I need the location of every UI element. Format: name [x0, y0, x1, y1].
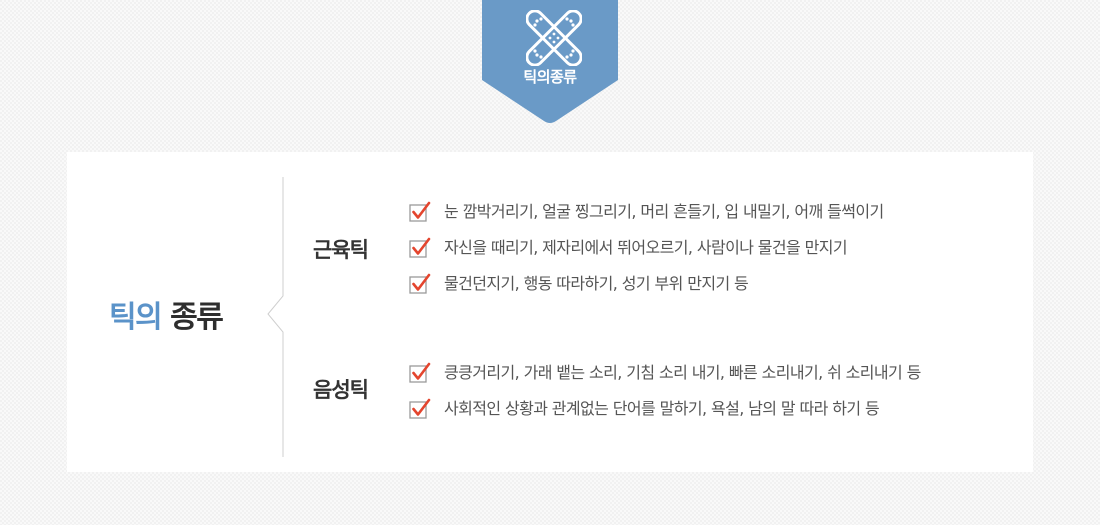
badge-label: 틱의종류 — [523, 68, 577, 86]
tic-types-card: 틱의 종류 근육틱 눈 깜박거리기, 얼굴 찡그리기, 머리 흔들기, 입 내밀… — [67, 152, 1033, 472]
checkbox-check-icon — [409, 398, 431, 419]
checkbox-check-icon — [409, 237, 431, 258]
list-item-text: 눈 깜박거리기, 얼굴 찡그리기, 머리 흔들기, 입 내밀기, 어깨 들썩이기 — [444, 202, 884, 221]
category-vocal-tic: 음성틱 — [313, 378, 369, 402]
bandage-icon — [526, 10, 582, 66]
vocal-tic-list: 킁킁거리기, 가래 뱉는 소리, 기침 소리 내기, 빠른 소리내기, 쉬 소리… — [409, 355, 921, 427]
list-item: 킁킁거리기, 가래 뱉는 소리, 기침 소리 내기, 빠른 소리내기, 쉬 소리… — [409, 355, 921, 391]
motor-tic-list: 눈 깜박거리기, 얼굴 찡그리기, 머리 흔들기, 입 내밀기, 어깨 들썩이기… — [409, 194, 884, 302]
list-item: 사회적인 상황과 관계없는 단어를 말하기, 욕설, 남의 말 따라 하기 등 — [409, 391, 921, 427]
checkbox-check-icon — [409, 362, 431, 383]
section-title-rest: 종류 — [161, 300, 224, 335]
tic-types-badge: 틱의종류 — [482, 0, 618, 124]
list-item: 자신을 때리기, 제자리에서 뛰어오르기, 사람이나 물건을 만지기 — [409, 230, 884, 266]
list-item-text: 자신을 때리기, 제자리에서 뛰어오르기, 사람이나 물건을 만지기 — [444, 238, 848, 257]
category-motor-tic: 근육틱 — [313, 238, 369, 262]
list-item: 물건던지기, 행동 따라하기, 성기 부위 만지기 등 — [409, 266, 884, 302]
divider-arrow — [267, 177, 284, 457]
list-item-text: 사회적인 상황과 관계없는 단어를 말하기, 욕설, 남의 말 따라 하기 등 — [444, 399, 880, 418]
list-item-text: 물건던지기, 행동 따라하기, 성기 부위 만지기 등 — [444, 274, 749, 293]
list-item-text: 킁킁거리기, 가래 뱉는 소리, 기침 소리 내기, 빠른 소리내기, 쉬 소리… — [444, 363, 921, 382]
section-title: 틱의 종류 — [109, 292, 259, 336]
list-item: 눈 깜박거리기, 얼굴 찡그리기, 머리 흔들기, 입 내밀기, 어깨 들썩이기 — [409, 194, 884, 230]
checkbox-check-icon — [409, 273, 431, 294]
checkbox-check-icon — [409, 201, 431, 222]
section-title-accent: 틱의 — [109, 300, 163, 335]
